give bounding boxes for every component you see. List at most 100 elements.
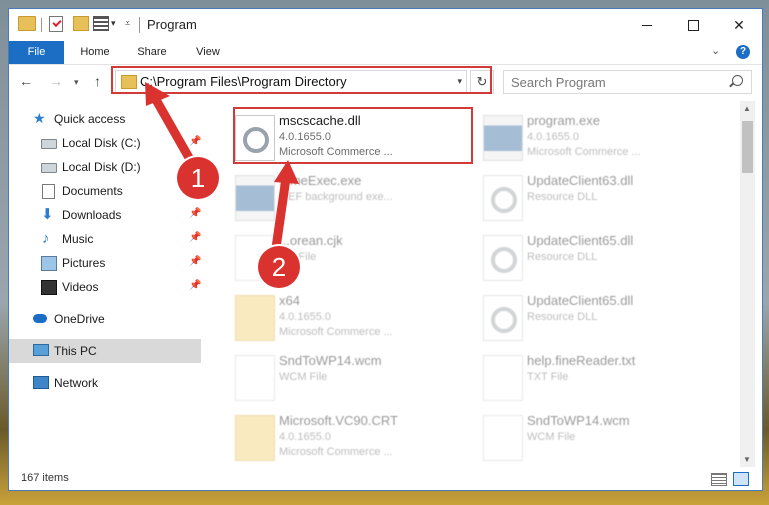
file-description: Microsoft Commerce ...	[527, 146, 641, 158]
sidebar-item-label: Videos	[62, 280, 99, 294]
file-type: Resource DLL	[527, 251, 598, 263]
exe-icon	[483, 115, 523, 161]
pin-icon[interactable]: 📌	[189, 232, 201, 243]
navigation-pane: ★ Quick access Local Disk (C:) 📌 Local D…	[9, 101, 209, 467]
pictures-icon	[41, 256, 57, 271]
tiles-view-icon[interactable]	[733, 472, 749, 486]
file-tile[interactable]: help.fineReader.txt TXT File	[479, 349, 719, 407]
search-input[interactable]: Search Program	[503, 70, 752, 94]
file-name: UpdateClient63.dll	[527, 173, 634, 188]
file-tile[interactable]: SndToWP14.wcm WCM File	[479, 409, 719, 467]
expand-ribbon-icon[interactable]: ⌄	[711, 44, 720, 57]
sidebar-item-downloads[interactable]: ⬇ Downloads 📌	[9, 203, 201, 227]
cloud-icon	[33, 314, 47, 323]
file-name: help.fineReader.txt	[527, 353, 636, 368]
properties-icon[interactable]	[49, 16, 63, 32]
forward-arrow-icon[interactable]: →	[49, 73, 63, 89]
divider	[139, 17, 140, 33]
vertical-scrollbar[interactable]: ▲ ▼	[740, 101, 755, 467]
pin-icon[interactable]: 📌	[189, 208, 201, 219]
disk-icon	[41, 139, 57, 149]
computer-icon	[33, 344, 49, 356]
file-tile[interactable]: UpdateClient65.dll Resource DLL	[479, 289, 719, 347]
sidebar-item-documents[interactable]: Documents 📌	[9, 179, 201, 203]
sidebar-item-quick-access[interactable]: ★ Quick access	[9, 107, 201, 131]
file-tile[interactable]: Microsoft.VC90.CRT 4.0.1655.0 Microsoft …	[231, 409, 471, 467]
help-icon[interactable]: ?	[736, 45, 750, 59]
minimize-icon	[642, 24, 652, 26]
file-version: 4.0.1655.0	[279, 311, 331, 323]
back-arrow-icon[interactable]: ←	[19, 73, 33, 89]
address-highlight-box	[111, 66, 492, 94]
file-icon	[483, 415, 523, 461]
scrollbar-thumb[interactable]	[742, 121, 753, 173]
sidebar-item-local-disk-c[interactable]: Local Disk (C:) 📌	[9, 131, 201, 155]
window-title: Program	[147, 17, 197, 32]
file-tile[interactable]: UpdateClient65.dll Resource DLL	[479, 229, 719, 287]
tab-view[interactable]: View	[185, 41, 231, 64]
file-tile[interactable]: program.exe 4.0.1655.0 Microsoft Commerc…	[479, 109, 719, 167]
tab-file[interactable]: File	[9, 41, 64, 64]
new-folder-icon[interactable]	[73, 16, 89, 31]
folder-icon	[18, 16, 36, 31]
pin-icon[interactable]: 📌	[189, 136, 201, 147]
sidebar-item-music[interactable]: ♪ Music 📌	[9, 227, 201, 251]
sidebar-item-label: Local Disk (C:)	[62, 136, 141, 150]
sidebar-item-label: Documents	[62, 184, 123, 198]
search-placeholder: Search Program	[511, 75, 606, 90]
step-1-badge: 1	[177, 157, 219, 199]
pin-icon[interactable]: 📌	[189, 256, 201, 267]
videos-icon	[41, 280, 57, 295]
customize-toolbar-icon[interactable]: ⩡	[125, 18, 130, 29]
file-icon	[235, 355, 275, 401]
sidebar-item-pictures[interactable]: Pictures 📌	[9, 251, 201, 275]
item-count: 167 items	[21, 472, 69, 484]
file-name: UpdateClient65.dll	[527, 293, 634, 308]
up-arrow-icon[interactable]: ↑	[94, 73, 101, 89]
file-type: Resource DLL	[527, 311, 598, 323]
sidebar-item-videos[interactable]: Videos 📌	[9, 275, 201, 299]
scroll-down-icon[interactable]: ▼	[743, 455, 751, 464]
file-version: 4.0.1655.0	[279, 431, 331, 443]
file-description: Microsoft Commerce ...	[279, 446, 393, 458]
tab-home[interactable]: Home	[71, 41, 119, 64]
maximize-button[interactable]	[670, 9, 716, 41]
title-bar: ▾ ⩡ Program ✕	[9, 9, 762, 41]
file-tile[interactable]: UpdateClient63.dll Resource DLL	[479, 169, 719, 227]
network-icon	[33, 376, 49, 389]
sidebar-item-label: Pictures	[62, 256, 106, 270]
sidebar-item-label: This PC	[54, 344, 97, 358]
view-options-icon[interactable]	[93, 16, 109, 31]
file-name: Microsoft.VC90.CRT	[279, 413, 398, 428]
sidebar-item-local-disk-d[interactable]: Local Disk (D:)	[9, 155, 201, 179]
file-name: ...meExec.exe	[279, 173, 362, 188]
recent-locations-icon[interactable]: ▾	[74, 77, 79, 88]
explorer-window: ▾ ⩡ Program ✕ File Home Share View ⌄ ? ←…	[8, 8, 763, 491]
pin-icon[interactable]: 📌	[189, 280, 201, 291]
file-name: SndToWP14.wcm	[279, 353, 382, 368]
sidebar-item-this-pc[interactable]: This PC	[9, 339, 201, 363]
file-tile[interactable]: SndToWP14.wcm WCM File	[231, 349, 471, 407]
scroll-up-icon[interactable]: ▲	[743, 104, 751, 113]
file-tile[interactable]: ...meExec.exe ...EF background exe...	[231, 169, 471, 227]
file-type: WCM File	[527, 431, 576, 443]
file-type: TXT File	[527, 371, 569, 383]
maximize-icon	[687, 19, 699, 31]
status-bar: 167 items	[9, 467, 762, 490]
sidebar-item-network[interactable]: Network	[9, 371, 201, 395]
sidebar-item-onedrive[interactable]: OneDrive	[9, 307, 201, 331]
dll-icon	[483, 295, 523, 341]
dll-icon	[483, 175, 523, 221]
file-tile[interactable]: x64 4.0.1655.0 Microsoft Commerce ...	[231, 289, 471, 347]
chevron-down-icon[interactable]: ▾	[111, 18, 116, 29]
file-highlight-box	[233, 107, 473, 164]
sidebar-item-label: Music	[62, 232, 94, 246]
minimize-button[interactable]	[624, 9, 670, 41]
tab-share[interactable]: Share	[129, 41, 175, 64]
music-icon: ♪	[42, 230, 50, 247]
details-view-icon[interactable]	[711, 473, 727, 486]
close-button[interactable]: ✕	[716, 9, 762, 41]
ribbon: File Home Share View ⌄ ?	[9, 41, 762, 65]
file-name: x64	[279, 293, 300, 308]
file-version: 4.0.1655.0	[527, 131, 579, 143]
